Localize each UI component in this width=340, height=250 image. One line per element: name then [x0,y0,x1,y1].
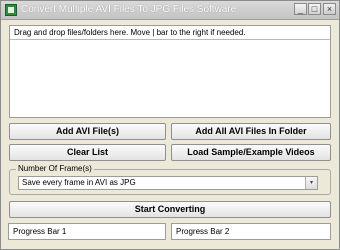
clear-list-button[interactable]: Clear List [9,144,166,161]
minimize-button[interactable]: _ [294,3,307,15]
number-of-frames-label: Number Of Frame(s) [16,164,94,174]
frames-option-select[interactable]: Save every frame in AVI as JPG ▾ [18,176,318,190]
app-icon [5,4,17,16]
start-converting-button[interactable]: Start Converting [9,201,331,218]
add-folder-button[interactable]: Add All AVI Files In Folder [171,123,331,140]
add-avi-files-button[interactable]: Add AVI File(s) [9,123,166,140]
maximize-button[interactable]: □ [308,3,321,15]
title-bar[interactable]: Convert Multiple AVI Files To JPG Files … [1,1,339,20]
chevron-down-icon[interactable]: ▾ [305,177,317,189]
window-title: Convert Multiple AVI Files To JPG Files … [21,4,237,15]
file-drop-list[interactable]: Drag and drop files/folders here. Move |… [9,25,331,118]
progress-bar-2: Progress Bar 2 [171,223,331,240]
load-sample-videos-button[interactable]: Load Sample/Example Videos [171,144,331,161]
app-window: Convert Multiple AVI Files To JPG Files … [0,0,340,250]
drop-list-header[interactable]: Drag and drop files/folders here. Move |… [10,26,330,40]
frames-option-value: Save every frame in AVI as JPG [22,178,136,187]
progress-bar-1: Progress Bar 1 [8,223,166,240]
close-button[interactable]: × [323,3,336,15]
